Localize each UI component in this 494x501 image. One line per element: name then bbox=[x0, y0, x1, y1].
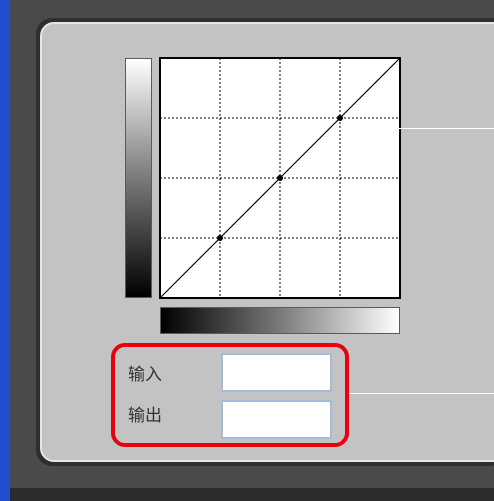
curve-control-point[interactable] bbox=[337, 115, 343, 121]
input-gradient-bar bbox=[160, 307, 400, 334]
fields-callout-line bbox=[348, 393, 494, 394]
screen: 输入 输出 bbox=[0, 0, 494, 501]
curve-control-point[interactable] bbox=[217, 235, 223, 241]
window-edge bbox=[0, 0, 10, 501]
tone-curve-graph[interactable] bbox=[159, 57, 401, 299]
output-gradient-bar bbox=[125, 58, 152, 298]
curve-callout-line bbox=[342, 128, 494, 129]
output-field[interactable] bbox=[221, 400, 332, 439]
curve-control-point[interactable] bbox=[277, 175, 283, 181]
input-label: 输入 bbox=[128, 365, 162, 385]
output-label: 输出 bbox=[128, 406, 162, 426]
input-field[interactable] bbox=[221, 353, 332, 392]
status-strip bbox=[10, 488, 494, 501]
